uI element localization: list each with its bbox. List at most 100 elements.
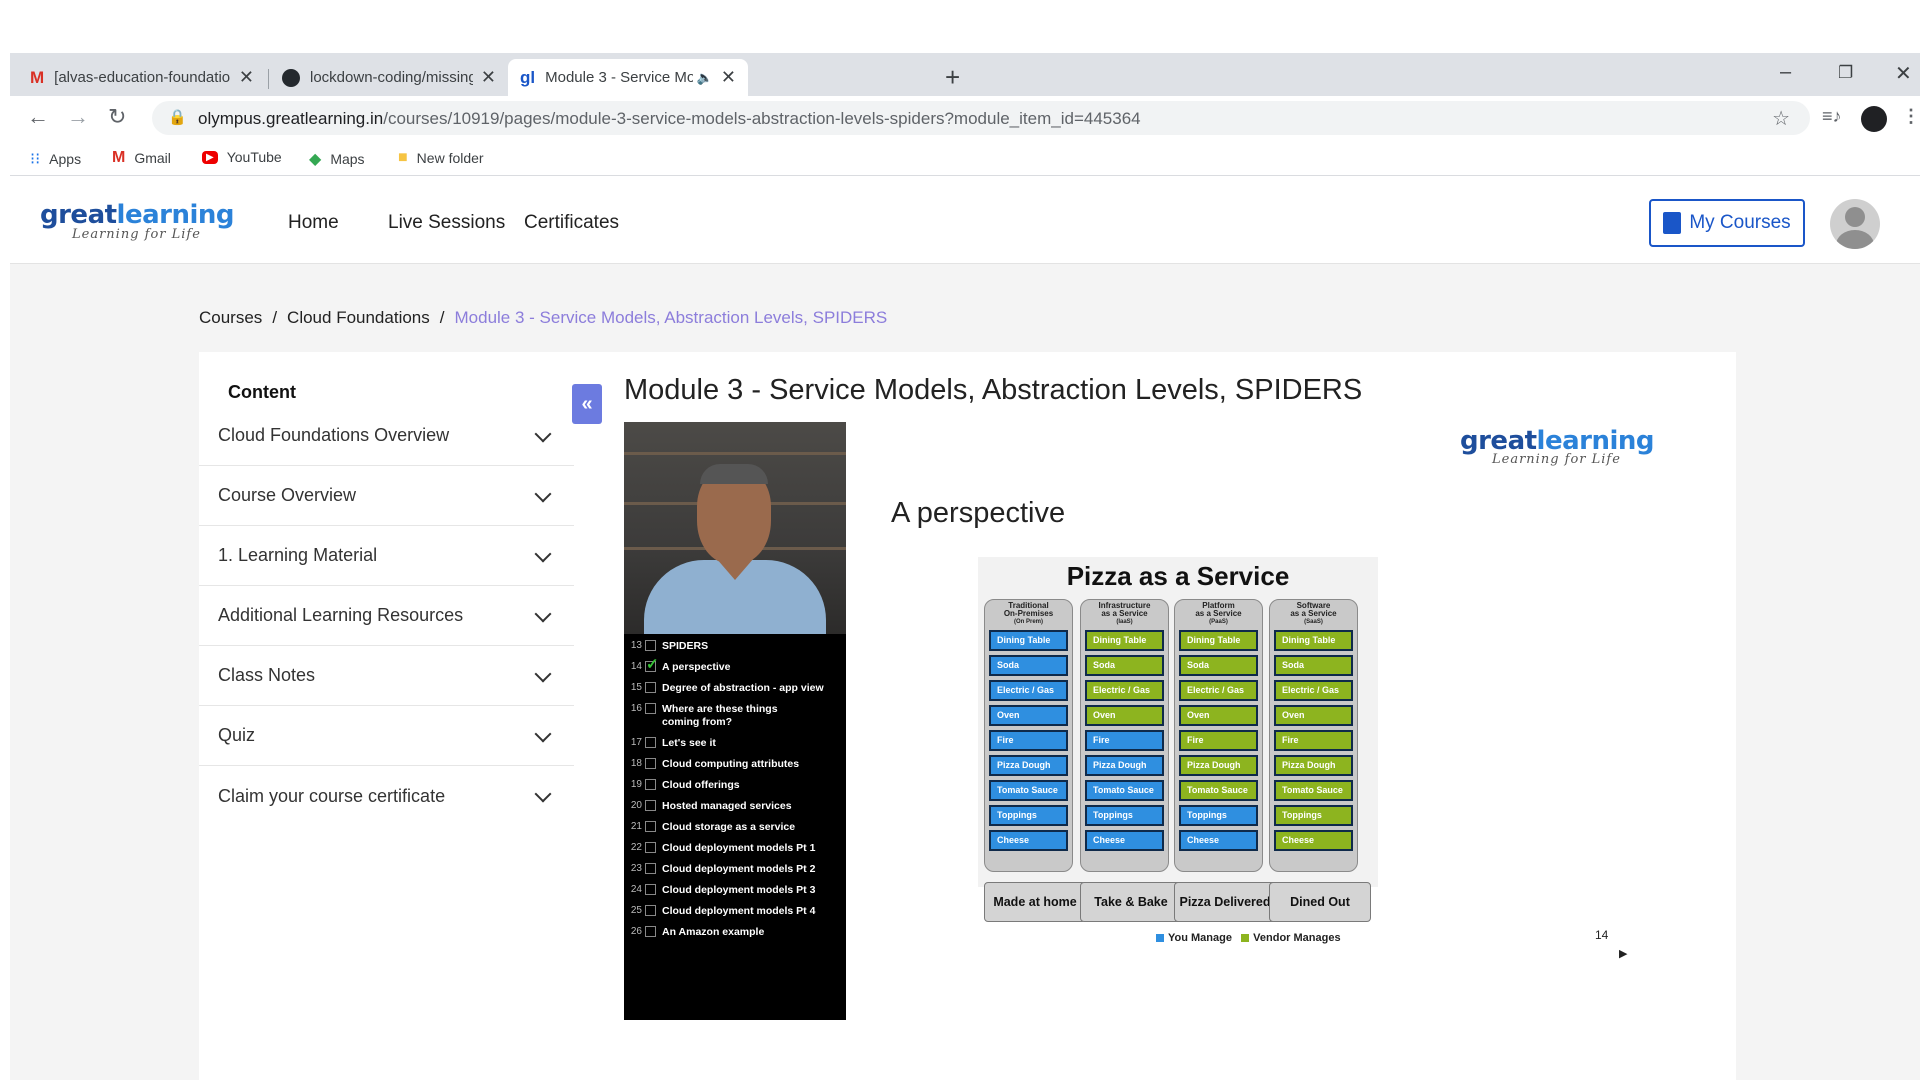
layer-cell: Soda	[1179, 655, 1258, 676]
my-courses-button[interactable]: My Courses	[1649, 199, 1805, 247]
sidebar-item-course-overview[interactable]: Course Overview	[199, 466, 574, 526]
close-icon[interactable]: ✕	[721, 67, 736, 88]
sidebar-item-label: Claim your course certificate	[218, 785, 446, 806]
nav-live-sessions[interactable]: Live Sessions	[388, 212, 505, 234]
checkbox-icon	[645, 905, 656, 916]
column-header: Software as a Service (SaaS)	[1270, 602, 1357, 630]
tab-module-3[interactable]: gl Module 3 - Service Models, / 🔈 ✕	[508, 59, 748, 96]
layer-cell: Fire	[989, 730, 1068, 751]
chapter-item[interactable]: 23 Cloud deployment models Pt 2	[624, 863, 846, 876]
breadcrumb-courses[interactable]: Courses	[199, 308, 262, 327]
sidebar-item-quiz[interactable]: Quiz	[199, 706, 574, 766]
url-text[interactable]: olympus.greatlearning.in/courses/10919/p…	[198, 109, 1141, 129]
chapter-number: 23	[630, 863, 642, 874]
sidebar-item-learning-material[interactable]: 1. Learning Material	[199, 526, 574, 586]
chapter-item[interactable]: 14 A perspective	[624, 655, 846, 674]
reload-icon[interactable]: ↻	[108, 104, 126, 130]
chapter-number: 21	[630, 821, 642, 832]
page-body: Courses / Cloud Foundations / Module 3 - Ser…	[10, 264, 1920, 1080]
sidebar-item-label: Additional Learning Resources	[218, 605, 464, 625]
checkbox-icon	[645, 884, 656, 895]
checkbox-icon	[645, 779, 656, 790]
chapter-item[interactable]: 22 Cloud deployment models Pt 1	[624, 842, 846, 855]
sidebar-item-claim-certificate[interactable]: Claim your course certificate	[199, 766, 574, 826]
folder-icon: ■	[398, 149, 408, 166]
user-avatar[interactable]	[1830, 199, 1880, 249]
forward-icon[interactable]: →	[67, 104, 89, 130]
chapter-item[interactable]: 17 Let's see it	[624, 737, 846, 750]
chapter-item[interactable]: 16 Where are these things coming from?	[624, 703, 846, 729]
nav-home[interactable]: Home	[288, 212, 339, 234]
layer-cell: Toppings	[989, 805, 1068, 826]
bookmark-apps[interactable]: ⁝⁝ Apps	[30, 149, 81, 169]
breadcrumb-separator: /	[272, 308, 278, 327]
bookmark-new-folder[interactable]: ■ New folder	[398, 149, 484, 167]
column-header: Platform as a Service (PaaS)	[1175, 602, 1262, 630]
collapse-sidebar-button[interactable]: «	[572, 384, 602, 424]
new-tab-button[interactable]: +	[945, 62, 960, 93]
breadcrumb-cloud-foundations[interactable]: Cloud Foundations	[287, 308, 430, 327]
service-column: Platform as a Service (PaaS) Dining Table So…	[1174, 599, 1263, 872]
chevron-down-icon[interactable]	[534, 605, 552, 623]
chevron-down-icon[interactable]	[534, 665, 552, 683]
chevron-down-icon[interactable]	[534, 485, 552, 503]
checkbox-icon	[645, 758, 656, 769]
close-icon[interactable]: ✕	[481, 67, 496, 88]
sidebar-item-cloud-foundations-overview[interactable]: Cloud Foundations Overview	[199, 406, 574, 466]
url-host: olympus.greatlearning.in	[198, 109, 384, 128]
bookmark-youtube[interactable]: ▶ YouTube	[202, 149, 282, 165]
service-column: Infrastructure as a Service (IaaS) Dining T…	[1080, 599, 1169, 872]
bookmark-star-icon[interactable]: ☆	[1772, 106, 1790, 131]
bookmark-maps[interactable]: ◆ Maps	[309, 149, 365, 169]
chapter-item[interactable]: 13 SPIDERS	[624, 640, 846, 653]
chapter-title: Cloud storage as a service	[662, 821, 796, 833]
sidebar-item-class-notes[interactable]: Class Notes	[199, 646, 574, 706]
chevron-down-icon[interactable]	[534, 545, 552, 563]
chapter-number: 20	[630, 800, 642, 811]
chapter-item[interactable]: 21 Cloud storage as a service	[624, 821, 846, 834]
legend-vendor-manages: Vendor Manages	[1253, 932, 1341, 944]
window-close-icon[interactable]: ✕	[1895, 61, 1912, 86]
tab-github[interactable]: lockdown-coding/missing_eleme ✕	[270, 59, 508, 96]
chapter-item[interactable]: 15 Degree of abstraction - app view	[624, 682, 846, 695]
speaker-icon[interactable]: 🔈	[697, 70, 713, 86]
chapter-item[interactable]: 19 Cloud offerings	[624, 779, 846, 792]
chapter-title: SPIDERS	[662, 640, 709, 652]
chapter-number: 25	[630, 905, 642, 916]
chevron-down-icon[interactable]	[534, 785, 552, 803]
media-control-icon[interactable]: ≡♪	[1822, 106, 1842, 127]
video-player[interactable]: 13 SPIDERS 14 A perspective 15 Degree of ab…	[624, 422, 1690, 1020]
sidebar-item-additional-learning-resources[interactable]: Additional Learning Resources	[199, 586, 574, 646]
layer-cell: Tomato Sauce	[989, 780, 1068, 801]
chapter-number: 22	[630, 842, 642, 853]
profile-avatar[interactable]	[1861, 106, 1887, 132]
gmail-icon: M	[112, 149, 126, 166]
chapter-item[interactable]: 25 Cloud deployment models Pt 4	[624, 905, 846, 918]
nav-certificates[interactable]: Certificates	[524, 212, 619, 234]
chevron-down-icon[interactable]	[534, 425, 552, 443]
back-icon[interactable]: ←	[27, 104, 49, 130]
bookmark-gmail[interactable]: M Gmail	[112, 149, 171, 167]
bookmark-label: YouTube	[226, 149, 282, 165]
layer-cell: Oven	[1179, 705, 1258, 726]
legend-you-manage: You Manage	[1168, 932, 1232, 944]
greatlearning-logo[interactable]: greatlearning Learning for Life	[40, 200, 235, 242]
menu-dots-icon[interactable]: ⋮	[1902, 106, 1920, 127]
avatar-body	[1836, 230, 1874, 249]
slide-logo: greatlearning Learning for Life	[1460, 426, 1655, 467]
restore-icon[interactable]: ❐	[1838, 63, 1853, 83]
tab-gmail[interactable]: M [alvas-education-foundation/2nd ✕	[18, 59, 266, 96]
chapter-number: 13	[630, 640, 642, 651]
chapter-item[interactable]: 18 Cloud computing attributes	[624, 758, 846, 771]
minimize-icon[interactable]: –	[1780, 61, 1791, 84]
close-icon[interactable]: ✕	[239, 67, 254, 88]
layer-cell: Fire	[1179, 730, 1258, 751]
chapter-item[interactable]: 26 An Amazon example	[624, 926, 846, 939]
chapter-item[interactable]: 20 Hosted managed services	[624, 800, 846, 813]
chapter-item[interactable]: 24 Cloud deployment models Pt 3	[624, 884, 846, 897]
address-bar[interactable]: 🔒 olympus.greatlearning.in/courses/10919…	[152, 101, 1810, 135]
chevron-down-icon[interactable]	[534, 725, 552, 743]
breadcrumb-current: Module 3 - Service Models, Abstraction L…	[454, 308, 888, 327]
play-icon[interactable]: ▶	[1619, 947, 1627, 960]
chapter-number: 24	[630, 884, 642, 895]
